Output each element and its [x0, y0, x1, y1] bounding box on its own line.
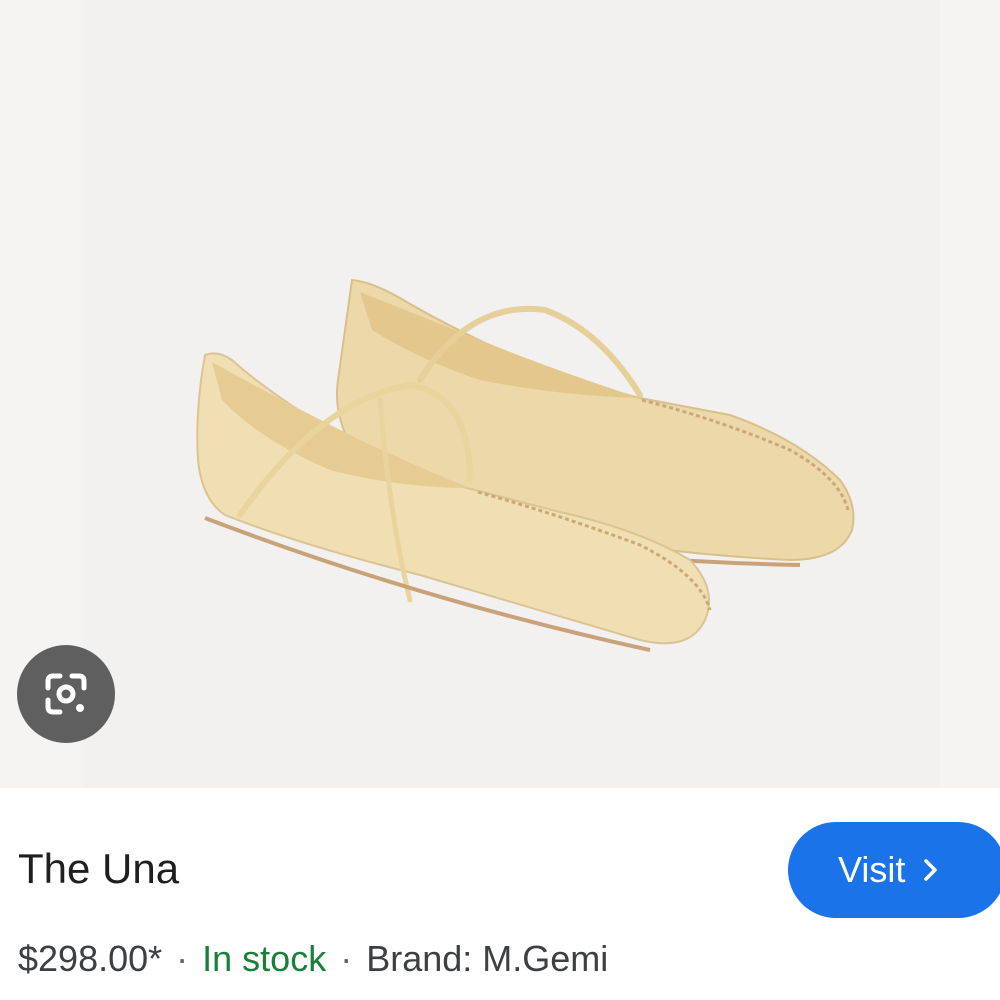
- product-meta-row: $298.00* · In stock · Brand: M.Gemi: [18, 936, 608, 982]
- visit-button[interactable]: Visit: [788, 822, 1000, 918]
- visit-button-label: Visit: [838, 849, 906, 890]
- separator-dot: ·: [176, 938, 189, 979]
- google-lens-button[interactable]: [17, 645, 115, 743]
- product-image[interactable]: [82, 0, 940, 788]
- product-price: $298.00*: [18, 938, 163, 979]
- separator-dot: ·: [340, 938, 353, 979]
- google-lens-icon: [45, 673, 87, 715]
- product-brand: Brand: M.Gemi: [366, 938, 609, 979]
- stock-status: In stock: [202, 938, 327, 979]
- product-result-card: The Una Visit $298.00* · In stock · Brand: M…: [0, 0, 1000, 1000]
- product-image-area[interactable]: [0, 0, 1000, 788]
- product-title[interactable]: The Una: [18, 843, 179, 895]
- chevron-right-icon: [924, 859, 938, 881]
